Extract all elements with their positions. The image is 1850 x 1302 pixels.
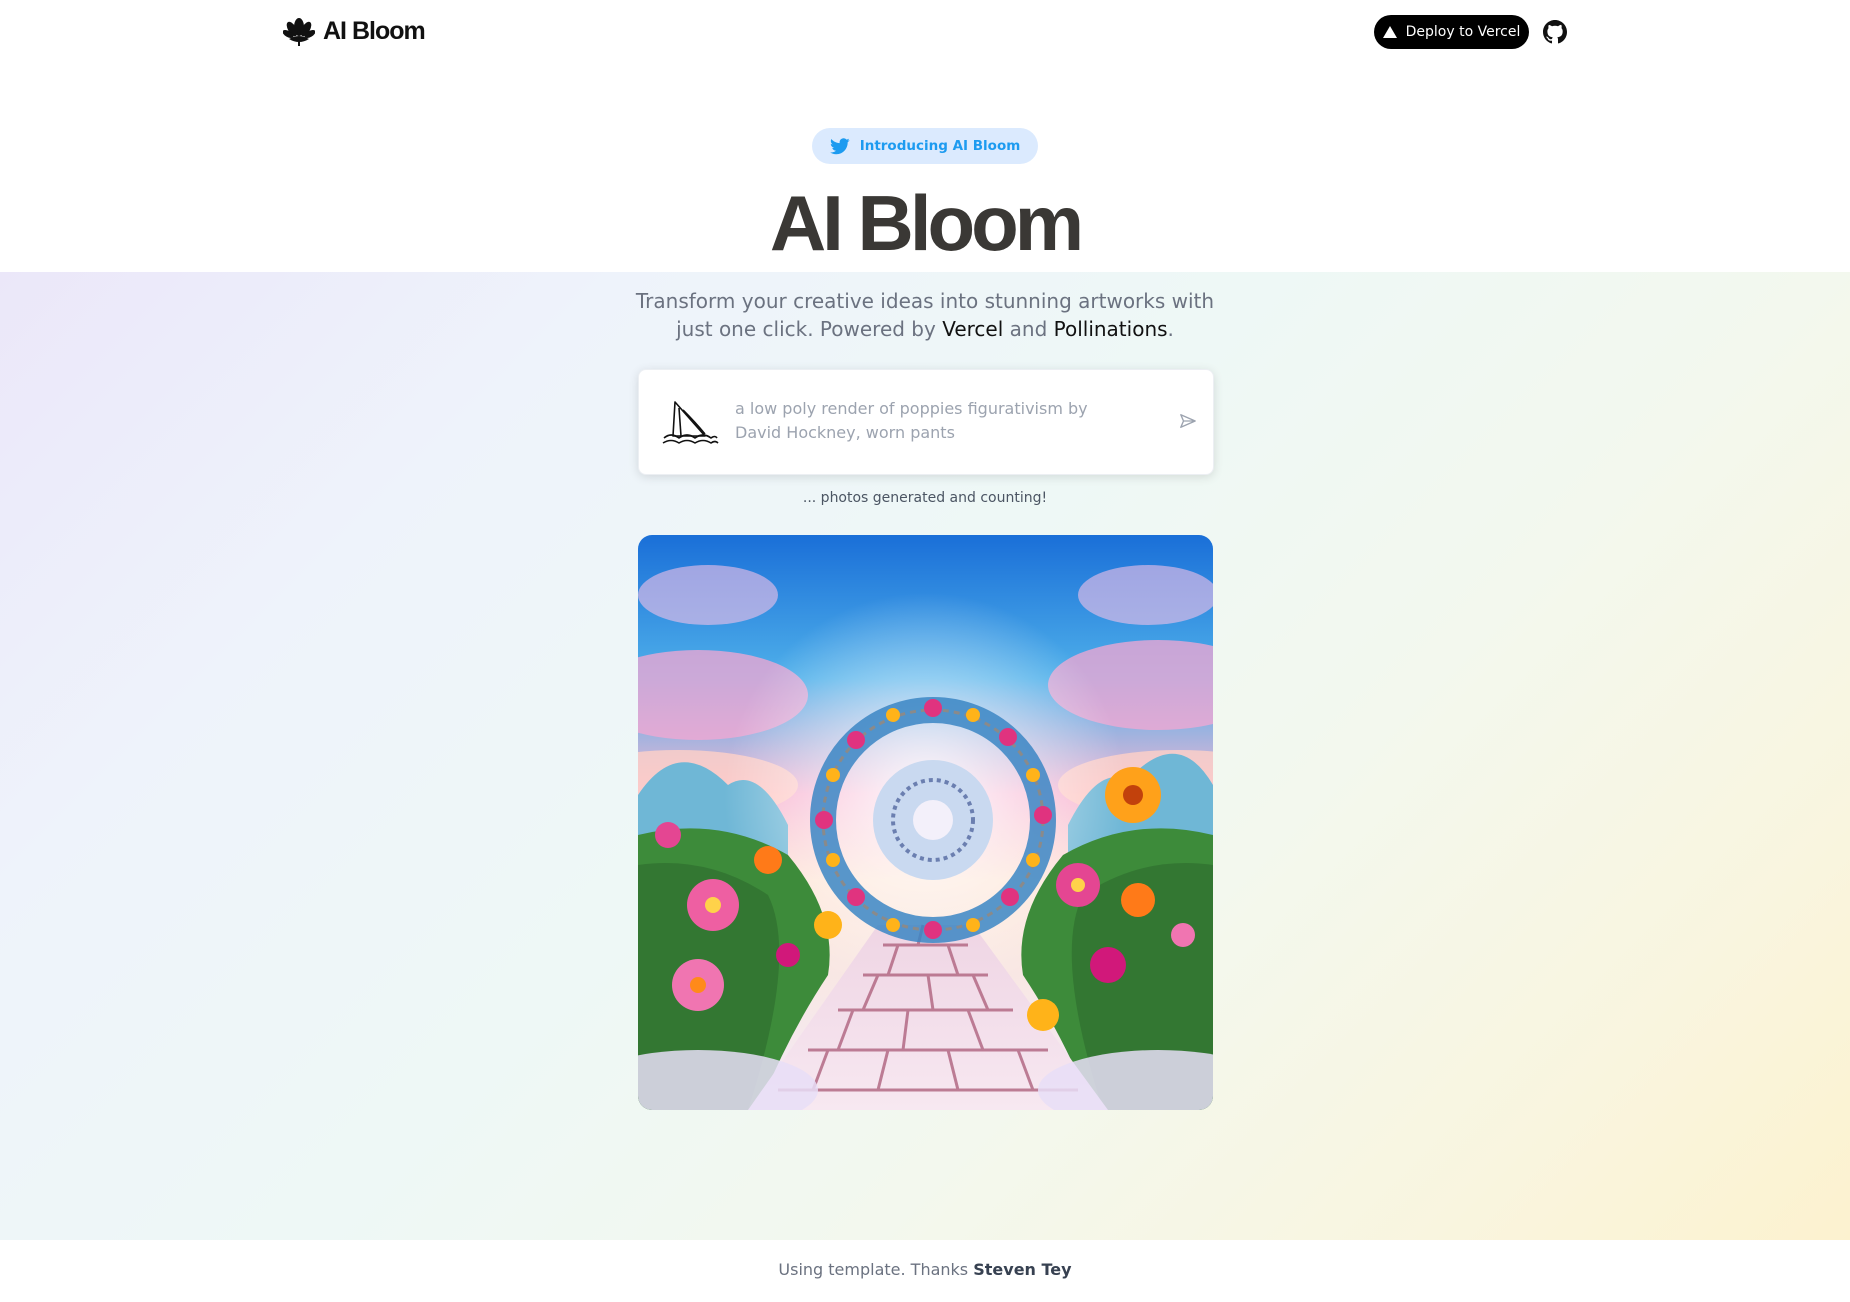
logo-flower-icon — [283, 18, 315, 46]
prompt-input-card[interactable]: a low poly render of poppies figurativis… — [638, 369, 1214, 475]
page-title: AI Bloom — [769, 179, 1084, 267]
footer-prefix: Using template. Thanks — [778, 1260, 974, 1279]
vercel-link[interactable]: Vercel — [942, 317, 1003, 341]
generation-counter: ... photos generated and counting! — [802, 490, 1048, 506]
midjourney-boat-icon — [662, 401, 719, 444]
subtitle-and: and — [1003, 317, 1054, 341]
brand-logo[interactable]: AI Bloom — [283, 15, 426, 47]
vercel-triangle-icon — [1382, 26, 1397, 38]
prompt-placeholder[interactable]: a low poly render of poppies figurativis… — [735, 397, 1115, 445]
subtitle-end: . — [1167, 317, 1174, 341]
generated-artwork-image — [638, 535, 1213, 1110]
hero-subtitle: Transform your creative ideas into stunn… — [625, 287, 1225, 343]
footer-author-link[interactable]: Steven Tey — [973, 1260, 1071, 1279]
send-icon[interactable] — [1179, 412, 1197, 430]
introducing-badge[interactable]: Introducing AI Bloom — [812, 128, 1038, 164]
logo-text: AI Bloom — [323, 16, 426, 45]
github-icon[interactable] — [1543, 20, 1567, 44]
top-nav: AI Bloom Deploy to Vercel — [0, 0, 1850, 64]
deploy-button-label: Deploy to Vercel — [1405, 24, 1521, 40]
deploy-to-vercel-button[interactable]: Deploy to Vercel — [1374, 15, 1529, 49]
page-footer: Using template. Thanks Steven Tey — [0, 1240, 1850, 1302]
footer-text: Using template. Thanks Steven Tey — [0, 1260, 1850, 1279]
twitter-icon — [829, 137, 850, 154]
pollinations-link[interactable]: Pollinations — [1054, 317, 1168, 341]
badge-label: Introducing AI Bloom — [859, 138, 1021, 154]
